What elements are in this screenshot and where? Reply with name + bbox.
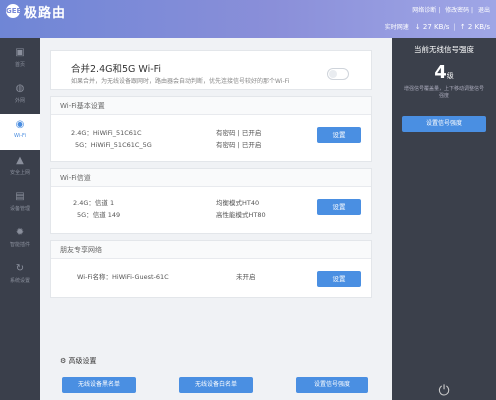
- download-arrow-icon: ↓: [414, 23, 421, 31]
- blacklist-button[interactable]: 无线设备黑名单: [62, 377, 136, 393]
- settings-icon: ↻: [15, 263, 25, 274]
- wifi-row-24g: 2.4G：HiWiFi_51C61C: [71, 127, 142, 137]
- nav-item-plugins[interactable]: ✹ 智能插件: [0, 222, 40, 258]
- upload-speed: 2 KB/s: [467, 23, 490, 31]
- nav-item-security[interactable]: ▲ 安全上网: [0, 150, 40, 186]
- wifi-icon: ◉: [15, 119, 25, 130]
- nav-item-wifi[interactable]: ◉ Wi-Fi: [0, 114, 40, 150]
- nav-item-internet[interactable]: ◍ 外网: [0, 78, 40, 114]
- nav-label: 外网: [14, 98, 25, 104]
- signal-level: 4级: [392, 62, 496, 83]
- lock-icon: ▲: [16, 155, 24, 166]
- nav-label: 安全上网: [9, 170, 30, 176]
- wifi-basic-card: Wi-Fi基本设置 2.4G：HiWiFi_51C61C 有密码 | 已开启 5…: [50, 96, 372, 162]
- left-nav: ▣ 首页 ◍ 外网 ◉ Wi-Fi ▲ 安全上网 ▤ 设备管理 ✹ 智能插件 ↻…: [0, 38, 40, 400]
- nav-item-system[interactable]: ↻ 系统设置: [0, 258, 40, 294]
- channel-row-5g: 5G：信道 149: [77, 209, 120, 219]
- nav-label: 首页: [14, 62, 25, 68]
- plugin-icon: ✹: [15, 227, 25, 238]
- nav-item-devices[interactable]: ▤ 设备管理: [0, 186, 40, 222]
- signal-level-value: 4: [434, 62, 447, 83]
- signal-description: 增强信号覆盖量，上下移动调整信号强度: [403, 86, 484, 99]
- card-title: Wi-Fi信道: [51, 169, 371, 187]
- devices-icon: ▤: [15, 191, 25, 202]
- signal-level-unit: 级: [446, 72, 454, 80]
- power-icon[interactable]: ⏻: [432, 384, 456, 398]
- wifi-channel-card: Wi-Fi信道 2.4G：信道 1 均衡模式HT40 5G：信道 149 高性能…: [50, 168, 372, 234]
- advanced-settings-title: ⚙ 高级设置: [60, 357, 97, 365]
- channel-mode-24g: 均衡模式HT40: [216, 199, 260, 207]
- globe-icon: ◍: [15, 83, 25, 94]
- top-header: GEE 极路由 网络诊断 | 修改密码 | 退出 实时网速 ↓ 27 KB/s | ↑…: [0, 0, 496, 38]
- ssid-label: Wi-Fi名称：: [77, 273, 113, 281]
- channel-value: 信道 149: [92, 211, 121, 219]
- signal-panel: 当前无线信号强度 4级 增强信号覆盖量，上下移动调整信号强度 设置信号强度 ⏻: [392, 38, 496, 400]
- nav-label: 系统设置: [9, 278, 30, 284]
- ssid-value: HiWiFi-Guest-61C: [112, 273, 169, 281]
- merge-wifi-card: 合并2.4G和5G Wi-Fi 如果合并，为无线设备跟网时，路由器会自动判断，优…: [50, 50, 372, 90]
- band-label: 2.4G：: [71, 129, 93, 137]
- wifi-status-24g: 有密码 | 已开启: [216, 129, 262, 137]
- brand-title: 极路由: [24, 6, 67, 21]
- channel-mode-5g: 高性能模式HT80: [216, 211, 266, 219]
- nav-item-home[interactable]: ▣ 首页: [0, 42, 40, 78]
- band-label: 5G：: [75, 141, 91, 149]
- wifi-status-5g: 有密码 | 已开启: [216, 141, 262, 149]
- signal-title: 当前无线信号强度: [414, 45, 474, 54]
- change-password-link[interactable]: 修改密码: [445, 7, 469, 14]
- wifi-row-5g: 5G：HiWiFi_51C61C_5G: [75, 139, 152, 149]
- guest-settings-button[interactable]: 设置: [317, 271, 361, 287]
- upload-arrow-icon: ↑: [459, 23, 466, 31]
- nav-label: 设备管理: [9, 206, 30, 212]
- merge-toggle[interactable]: [327, 68, 349, 80]
- monitor-icon: ▣: [15, 47, 25, 58]
- whitelist-button[interactable]: 无线设备白名单: [179, 377, 253, 393]
- card-title: 朋友专享网络: [51, 241, 371, 259]
- nav-label: 智能插件: [9, 242, 30, 248]
- merge-title: 合并2.4G和5G Wi-Fi: [71, 64, 162, 75]
- guest-status: 未开启: [236, 273, 256, 281]
- speed-readout: 实时网速 ↓ 27 KB/s | ↑ 2 KB/s: [384, 23, 490, 31]
- guest-ssid-row: Wi-Fi名称：HiWiFi-Guest-61C: [77, 271, 169, 281]
- channel-value: 信道 1: [94, 199, 115, 207]
- network-diagnose-link[interactable]: 网络诊断: [412, 7, 436, 14]
- band-label: 2.4G：: [73, 199, 95, 207]
- nav-label: Wi-Fi: [14, 133, 26, 139]
- band-label: 5G：: [77, 211, 93, 219]
- channel-row-24g: 2.4G：信道 1: [73, 197, 114, 207]
- signal-strength-button[interactable]: 设置信号强度: [296, 377, 368, 393]
- card-title: Wi-Fi基本设置: [51, 97, 371, 115]
- top-links: 网络诊断 | 修改密码 | 退出: [412, 7, 490, 14]
- logo-icon: GEE: [6, 4, 21, 18]
- logout-link[interactable]: 退出: [478, 7, 490, 14]
- wifi-basic-settings-button[interactable]: 设置: [317, 127, 361, 143]
- download-speed: 27 KB/s: [422, 23, 450, 31]
- set-signal-strength-button[interactable]: 设置信号强度: [402, 116, 486, 132]
- merge-description: 如果合并，为无线设备跟网时，路由器会自动判断，优先连接信号较好的那个Wi-Fi: [71, 78, 290, 85]
- ssid-value: HiWiFi_51C61C: [92, 129, 142, 137]
- speed-label: 实时网速: [384, 24, 409, 31]
- guest-network-card: 朋友专享网络 Wi-Fi名称：HiWiFi-Guest-61C 未开启 设置: [50, 240, 372, 298]
- wifi-channel-settings-button[interactable]: 设置: [317, 199, 361, 215]
- ssid-value: HiWiFi_51C61C_5G: [90, 141, 152, 149]
